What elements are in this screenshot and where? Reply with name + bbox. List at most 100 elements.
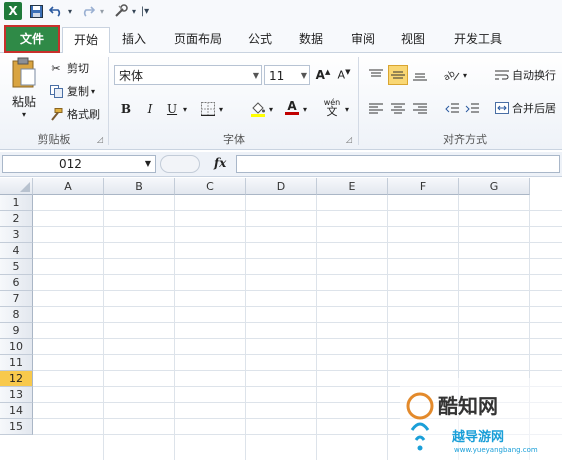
grid-row-line bbox=[33, 306, 562, 307]
watermark: 酷知网 越导游网 www.yueyangbang.com bbox=[400, 378, 562, 460]
tab-page-layout[interactable]: 页面布局 bbox=[164, 27, 232, 51]
fill-color-button[interactable] bbox=[248, 99, 268, 119]
copy-label: 复制 bbox=[67, 85, 89, 98]
italic-button[interactable]: I bbox=[140, 99, 160, 119]
grow-font-button[interactable]: A▲ bbox=[313, 65, 333, 85]
formula-input[interactable] bbox=[236, 155, 560, 173]
borders-dropdown-icon[interactable]: ▾ bbox=[216, 99, 226, 119]
bold-button[interactable]: B bbox=[116, 99, 136, 119]
wrap-text-label: 自动换行 bbox=[512, 69, 556, 82]
grid-row-line bbox=[33, 290, 562, 291]
align-bottom-button[interactable] bbox=[410, 65, 430, 85]
tab-developer[interactable]: 开发工具 bbox=[446, 27, 510, 51]
align-center-icon bbox=[391, 103, 405, 114]
paint-bucket-icon bbox=[251, 102, 265, 117]
row-header[interactable]: 13 bbox=[0, 387, 33, 403]
format-painter-button[interactable]: 格式刷 bbox=[48, 105, 100, 123]
underline-button[interactable]: U bbox=[162, 99, 182, 119]
font-launcher-icon[interactable]: ◿ bbox=[346, 135, 352, 144]
column-header[interactable]: A bbox=[33, 178, 104, 195]
fill-color-dropdown-icon[interactable]: ▾ bbox=[266, 99, 276, 119]
redo-dropdown-icon[interactable]: ▾ bbox=[98, 3, 106, 19]
customize-qat-icon[interactable]: |▾ bbox=[140, 3, 150, 19]
align-left-button[interactable] bbox=[366, 99, 386, 119]
grid-column-line bbox=[103, 195, 104, 460]
column-header[interactable]: F bbox=[388, 178, 459, 195]
row-header[interactable]: 8 bbox=[0, 307, 33, 323]
row-header[interactable]: 6 bbox=[0, 275, 33, 291]
borders-button[interactable] bbox=[198, 99, 218, 119]
separator bbox=[108, 57, 109, 145]
cut-button[interactable]: ✂ 剪切 bbox=[48, 59, 89, 77]
column-header[interactable]: C bbox=[175, 178, 246, 195]
align-middle-button[interactable] bbox=[388, 65, 408, 85]
row-header[interactable]: 4 bbox=[0, 243, 33, 259]
align-right-icon bbox=[413, 103, 427, 114]
undo-dropdown-icon[interactable]: ▾ bbox=[66, 3, 74, 19]
tab-view[interactable]: 视图 bbox=[392, 27, 434, 51]
merge-icon bbox=[494, 102, 510, 114]
row-header[interactable]: 15 bbox=[0, 419, 33, 435]
paste-button[interactable]: 粘贴 ▾ bbox=[6, 57, 42, 123]
underline-dropdown-icon[interactable]: ▾ bbox=[180, 99, 190, 119]
row-header[interactable]: 1 bbox=[0, 195, 33, 211]
formula-bar-resize-handle[interactable] bbox=[160, 155, 200, 173]
clipboard-launcher-icon[interactable]: ◿ bbox=[97, 135, 103, 144]
save-icon[interactable] bbox=[28, 3, 44, 19]
increase-indent-button[interactable] bbox=[462, 99, 482, 119]
ribbon: 粘贴 ▾ ✂ 剪切 复制 ▾ 格式刷 剪贴板 ◿ 宋体 ▼ 11 ▼ A▲ A▼… bbox=[0, 53, 562, 150]
column-header[interactable]: E bbox=[317, 178, 388, 195]
copy-dropdown-icon[interactable]: ▾ bbox=[91, 87, 95, 96]
phonetic-button[interactable]: wén 文 bbox=[322, 97, 342, 117]
font-name-combo[interactable]: 宋体 ▼ bbox=[114, 65, 262, 85]
tools-dropdown-icon[interactable]: ▾ bbox=[130, 3, 138, 19]
paste-dropdown-icon[interactable]: ▾ bbox=[22, 110, 26, 119]
orientation-dropdown-icon[interactable]: ▾ bbox=[460, 65, 470, 85]
row-header[interactable]: 7 bbox=[0, 291, 33, 307]
wrap-text-icon bbox=[494, 69, 510, 81]
font-size-combo[interactable]: 11 ▼ bbox=[264, 65, 310, 85]
row-header[interactable]: 12 bbox=[0, 371, 33, 387]
undo-icon[interactable] bbox=[48, 3, 64, 19]
column-header[interactable]: G bbox=[459, 178, 530, 195]
tab-review[interactable]: 审阅 bbox=[342, 27, 384, 51]
shrink-font-button[interactable]: A▼ bbox=[334, 65, 354, 85]
copy-button[interactable]: 复制 ▾ bbox=[48, 82, 95, 100]
row-header[interactable]: 14 bbox=[0, 403, 33, 419]
select-all-corner[interactable] bbox=[0, 178, 33, 195]
merge-center-button[interactable]: 合并后居 bbox=[494, 99, 556, 117]
alignment-group-label: 对齐方式 bbox=[443, 133, 487, 146]
phonetic-dropdown-icon[interactable]: ▾ bbox=[342, 99, 352, 119]
tab-file[interactable]: 文件 bbox=[4, 25, 60, 53]
font-name-value: 宋体 bbox=[119, 69, 144, 83]
row-header[interactable]: 2 bbox=[0, 211, 33, 227]
grid-row-line bbox=[33, 322, 562, 323]
align-right-button[interactable] bbox=[410, 99, 430, 119]
chevron-down-icon[interactable]: ▼ bbox=[145, 156, 151, 172]
tab-home[interactable]: 开始 bbox=[62, 27, 110, 54]
tab-formulas[interactable]: 公式 bbox=[240, 27, 280, 51]
wrap-text-button[interactable]: 自动换行 bbox=[494, 66, 556, 84]
tools-icon[interactable] bbox=[112, 3, 130, 19]
orientation-button[interactable]: ab bbox=[442, 65, 462, 85]
copy-icon bbox=[48, 84, 64, 98]
tab-data[interactable]: 数据 bbox=[290, 27, 332, 51]
column-header[interactable]: D bbox=[246, 178, 317, 195]
font-color-button[interactable]: A bbox=[282, 97, 302, 117]
row-header[interactable]: 3 bbox=[0, 227, 33, 243]
align-center-button[interactable] bbox=[388, 99, 408, 119]
redo-icon[interactable] bbox=[80, 3, 96, 19]
decrease-indent-button[interactable] bbox=[442, 99, 462, 119]
align-left-icon bbox=[369, 103, 383, 114]
borders-icon bbox=[201, 102, 215, 116]
name-box[interactable]: 012 ▼ bbox=[2, 155, 156, 173]
row-header[interactable]: 10 bbox=[0, 339, 33, 355]
row-header[interactable]: 9 bbox=[0, 323, 33, 339]
insert-function-icon[interactable]: fx bbox=[214, 156, 226, 170]
row-header[interactable]: 5 bbox=[0, 259, 33, 275]
font-color-dropdown-icon[interactable]: ▾ bbox=[300, 99, 310, 119]
row-header[interactable]: 11 bbox=[0, 355, 33, 371]
column-header[interactable]: B bbox=[104, 178, 175, 195]
align-top-button[interactable] bbox=[366, 65, 386, 85]
tab-insert[interactable]: 插入 bbox=[112, 27, 156, 51]
